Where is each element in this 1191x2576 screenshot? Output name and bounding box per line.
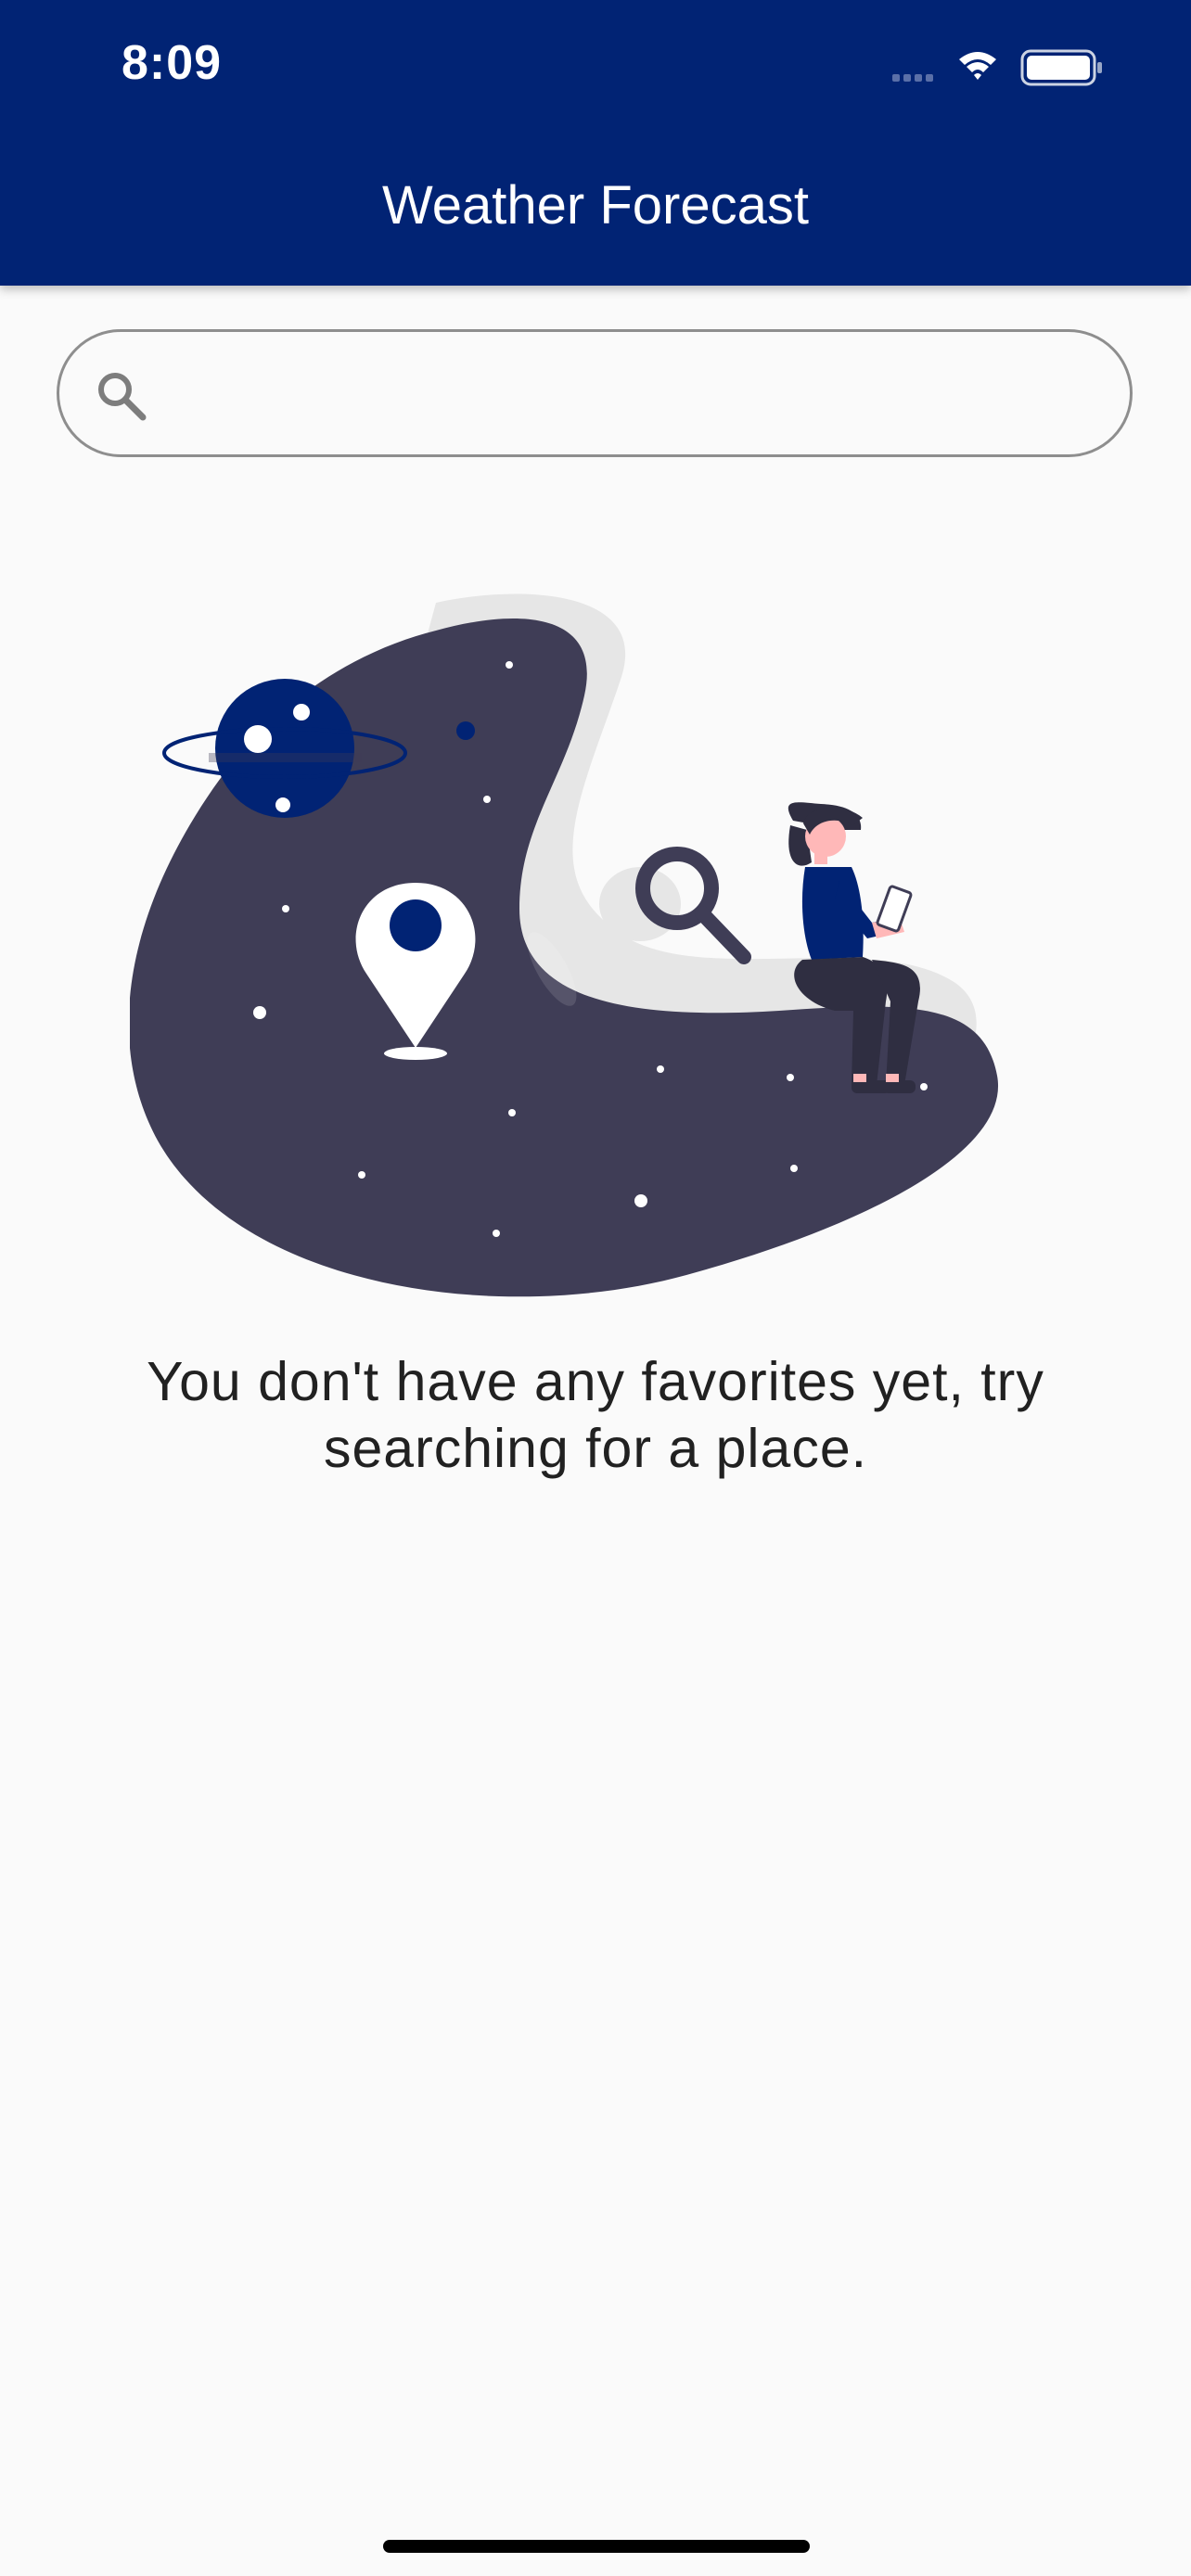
cellular-signal-icon bbox=[892, 74, 933, 82]
empty-favorites-message: You don't have any favorites yet, try se… bbox=[147, 1351, 1044, 1479]
search-input[interactable] bbox=[171, 332, 1102, 456]
search-icon bbox=[98, 373, 147, 421]
search-bar[interactable] bbox=[57, 329, 1133, 457]
empty-favorites-illustration bbox=[130, 593, 999, 1297]
blue-dot bbox=[456, 721, 475, 740]
wifi-icon bbox=[959, 52, 996, 80]
battery-icon bbox=[1020, 49, 1102, 86]
app-bar: 8:09 Weather Forecast bbox=[0, 0, 1191, 286]
status-time: 8:09 bbox=[122, 36, 223, 90]
status-icons bbox=[892, 49, 1102, 86]
home-indicator[interactable] bbox=[383, 2540, 810, 2553]
page-title: Weather Forecast bbox=[382, 175, 809, 236]
